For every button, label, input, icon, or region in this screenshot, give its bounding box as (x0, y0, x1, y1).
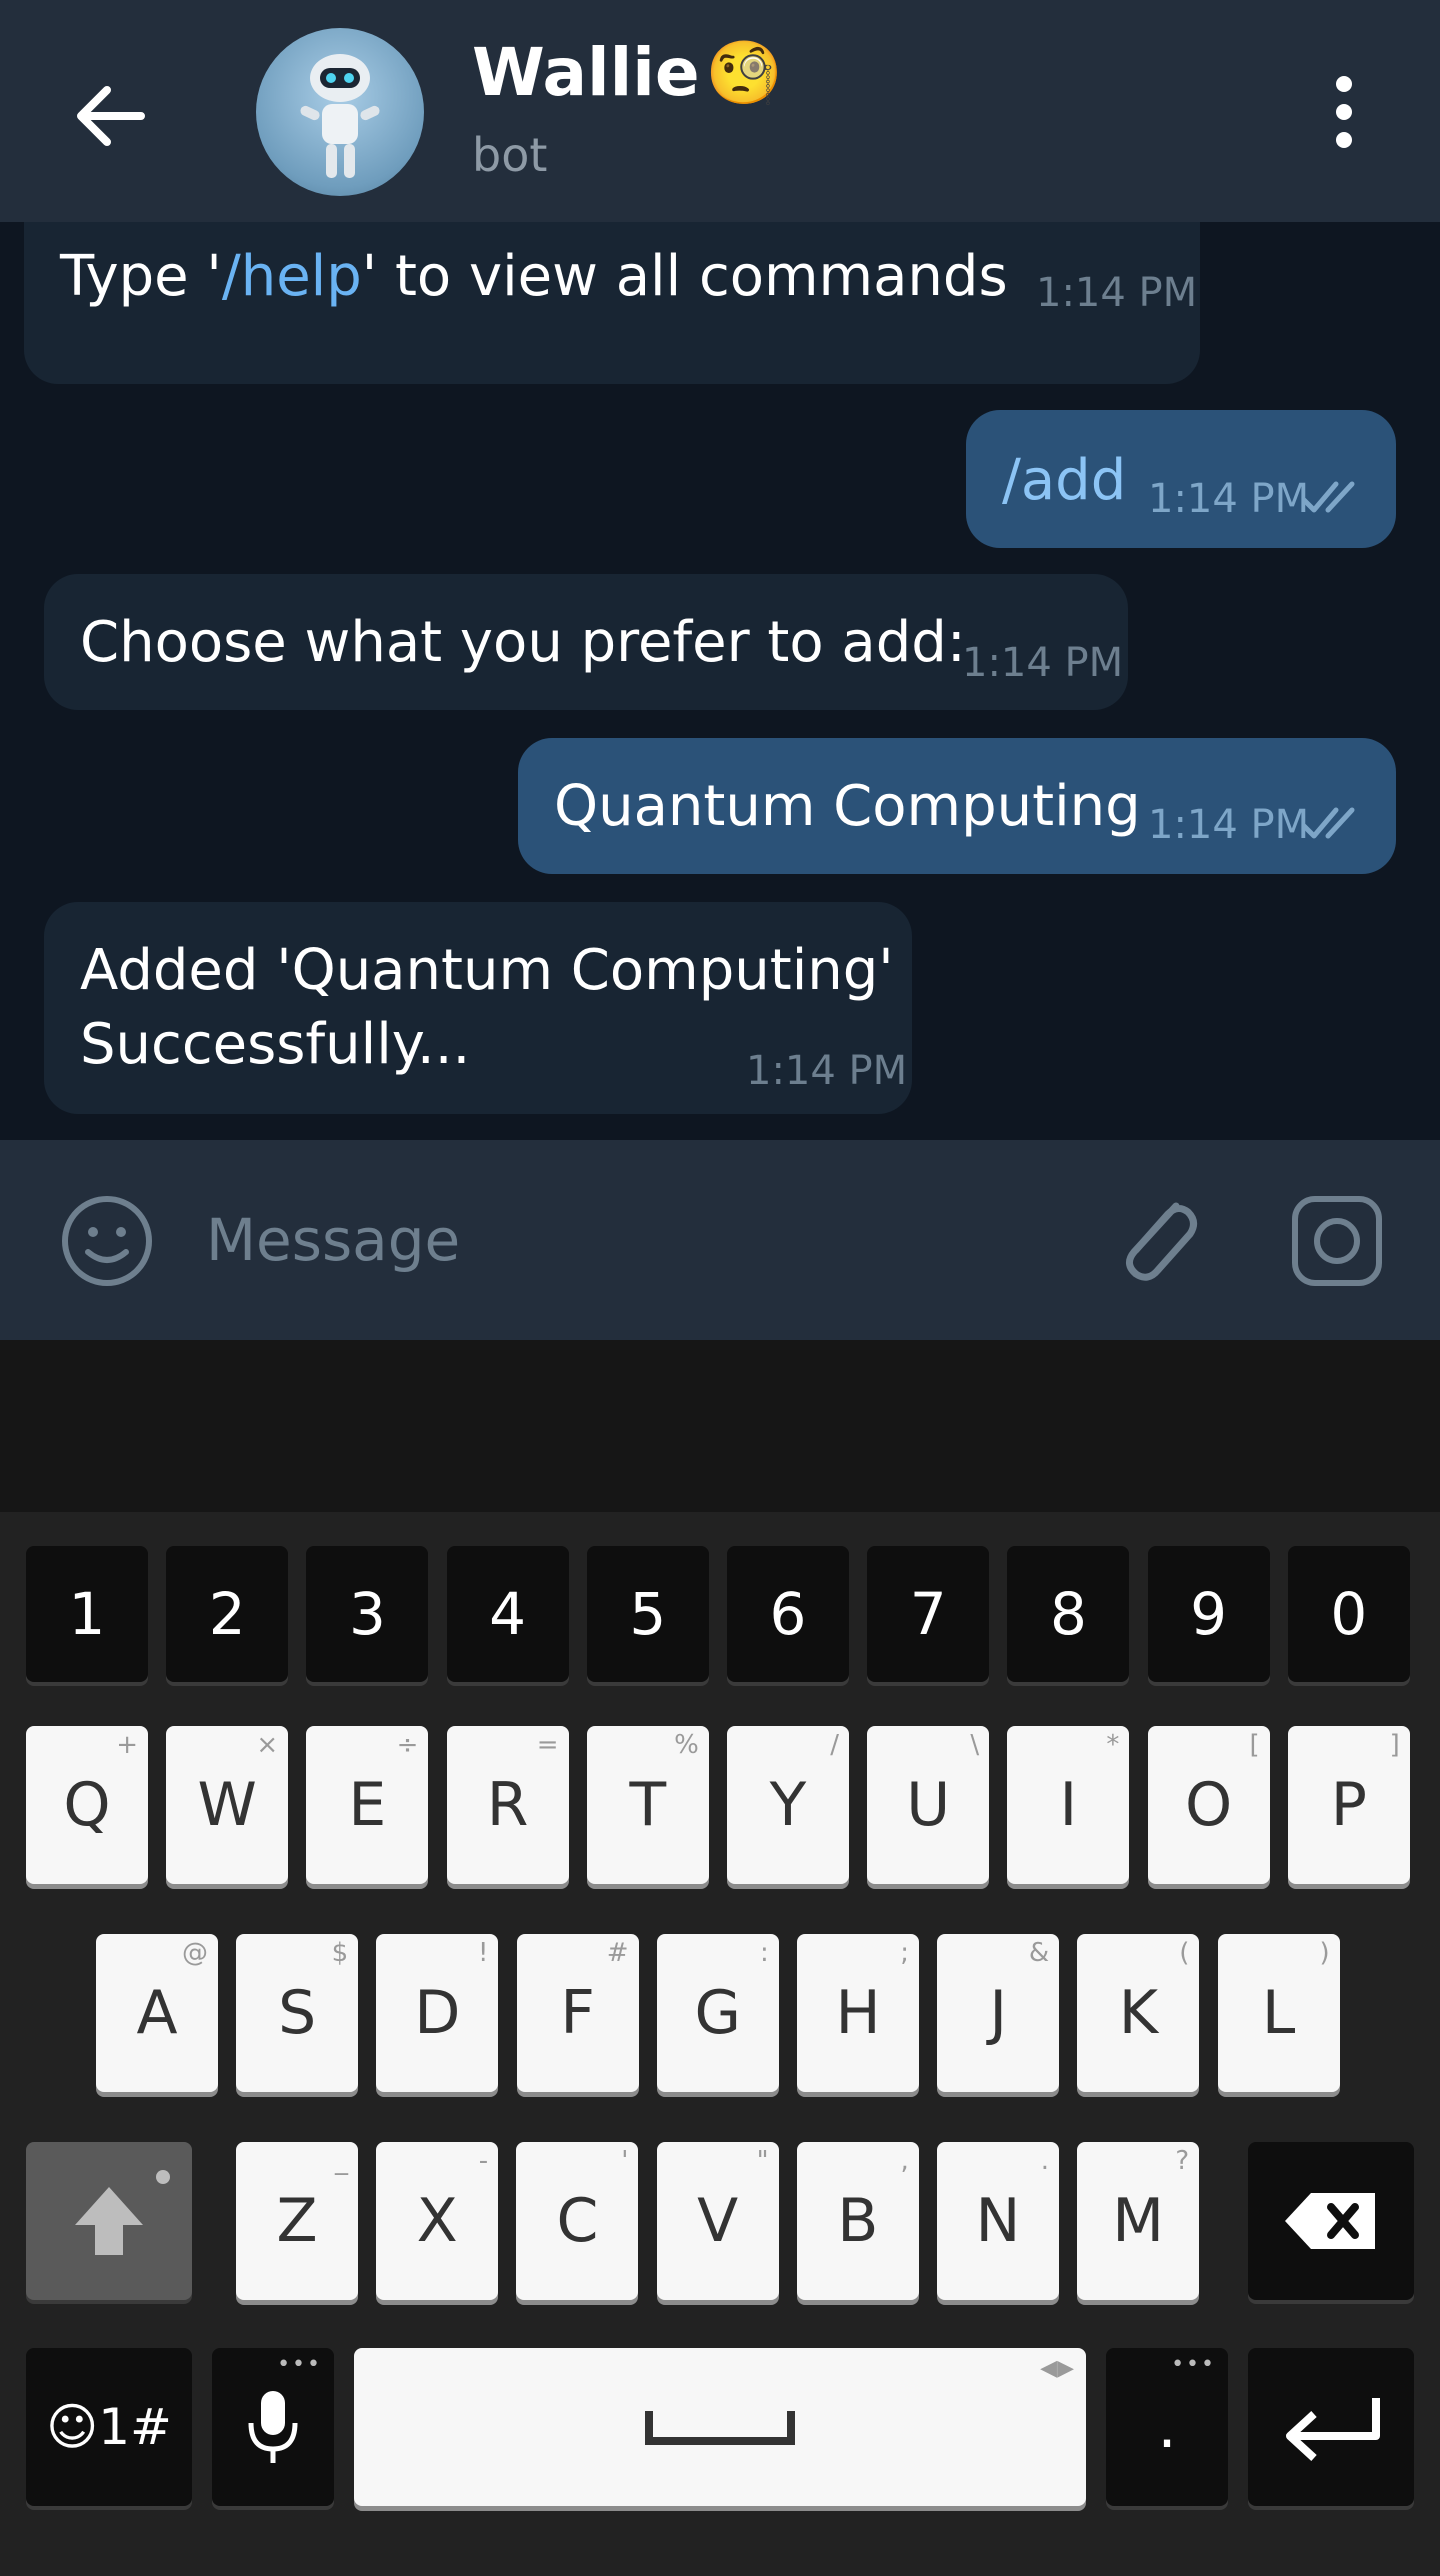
message-text-line: Successfully... (80, 1012, 471, 1077)
enter-icon (1286, 2398, 1380, 2461)
message-outgoing[interactable]: Quantum Computing 1:14 PM (518, 738, 1396, 874)
monocle-emoji-icon: 🧐 (705, 35, 783, 109)
key-i[interactable]: I * (1007, 1726, 1130, 1884)
key-f[interactable]: F # (516, 1934, 639, 2092)
key-3[interactable]: 3 (306, 1546, 429, 1682)
key-u[interactable]: U \ (867, 1726, 990, 1884)
key-y[interactable]: Y / (727, 1726, 849, 1884)
message-time: 1:14 PM (1036, 270, 1198, 316)
back-button[interactable] (60, 66, 160, 166)
message-time: 1:14 PM (1148, 476, 1310, 522)
key-p[interactable]: P] (1287, 1726, 1410, 1884)
message-incoming[interactable]: Choose what you prefer to add: 1:14 PM (44, 574, 1128, 710)
double-check-icon (1301, 807, 1355, 839)
message-input[interactable] (206, 1190, 1026, 1290)
cursor-arrows-icon: ◀▶ (1040, 2356, 1074, 2381)
key-8[interactable]: 8 (1007, 1546, 1130, 1682)
key-s[interactable]: S $ (236, 1934, 359, 2092)
message-text-line: Added 'Quantum Computing' (80, 938, 894, 1003)
key-6[interactable]: 6 (727, 1546, 849, 1682)
key-b[interactable]: B, (796, 2142, 919, 2300)
shift-key[interactable] (26, 2142, 192, 2300)
keyboard-toolbar (0, 1340, 1440, 1512)
shift-dot (156, 2170, 170, 2184)
chat-screen: Wallie 🧐 bot Type '/help' to view all co… (0, 0, 1440, 2576)
avatar[interactable] (256, 28, 424, 196)
message-composer (0, 1140, 1440, 1340)
key-q[interactable]: Q + (26, 1726, 148, 1884)
key-j[interactable]: J & (937, 1934, 1060, 2092)
chat-header: Wallie 🧐 bot (0, 0, 1440, 222)
key-1[interactable]: 1 (26, 1546, 148, 1682)
key-2[interactable]: 2 (166, 1546, 289, 1682)
message-outgoing[interactable]: /add 1:14 PM (966, 410, 1396, 548)
on-screen-keyboard: 1234567890 Q + W × E ÷ R = T% Y / U \ I * O[P] A @ S $ D! F #… (0, 1512, 1440, 2576)
more-vertical-icon (1336, 76, 1352, 92)
message-text: Type '/help' to view all commands (60, 244, 1008, 309)
key-a[interactable]: A @ (96, 1934, 218, 2092)
message-text: Quantum Computing (554, 774, 1141, 839)
key-5[interactable]: 5 (586, 1546, 709, 1682)
key-4[interactable]: 4 (446, 1546, 569, 1682)
message-incoming[interactable]: Added 'Quantum Computing' Successfully..… (44, 902, 912, 1114)
shift-arrow-icon (75, 2187, 143, 2255)
key-x[interactable]: X- (376, 2142, 499, 2300)
space-bar-icon (645, 2411, 795, 2445)
key-9[interactable]: 9 (1147, 1546, 1270, 1682)
key-o[interactable]: O[ (1147, 1726, 1270, 1884)
key-g[interactable]: G: (656, 1934, 779, 2092)
key-t[interactable]: T% (586, 1726, 709, 1884)
period-key[interactable]: ••• . (1106, 2348, 1228, 2506)
camera-icon[interactable] (1290, 1194, 1384, 1288)
key-h[interactable]: H; (797, 1934, 919, 2092)
message-text: Choose what you prefer to add: (80, 610, 966, 675)
key-z[interactable]: Z _ (236, 2142, 358, 2300)
space-key[interactable]: ◀▶ (354, 2348, 1086, 2506)
key-d[interactable]: D! (376, 1934, 499, 2092)
key-7[interactable]: 7 (867, 1546, 990, 1682)
double-check-icon (1301, 481, 1355, 513)
arrow-left-icon (77, 86, 145, 146)
key-e[interactable]: E ÷ (306, 1726, 429, 1884)
more-options-button[interactable] (1302, 62, 1386, 162)
key-v[interactable]: V " (656, 2142, 779, 2300)
voice-input-key[interactable]: ••• (212, 2348, 334, 2506)
message-time: 1:14 PM (962, 640, 1124, 686)
message-incoming[interactable]: Type '/help' to view all commands 1:14 P… (24, 222, 1200, 384)
chat-title-text: Wallie (472, 34, 700, 111)
command-link[interactable]: /help (222, 244, 362, 309)
backspace-key[interactable] (1248, 2142, 1414, 2300)
key-m[interactable]: M? (1077, 2142, 1200, 2300)
message-list[interactable]: Type '/help' to view all commands 1:14 P… (0, 222, 1440, 1140)
chat-title[interactable]: Wallie 🧐 (472, 34, 783, 111)
emoji-icon[interactable] (60, 1194, 154, 1288)
enter-key[interactable] (1248, 2348, 1414, 2506)
key-0[interactable]: 0 (1287, 1546, 1410, 1682)
message-time: 1:14 PM (1148, 802, 1310, 848)
chat-subtitle: bot (472, 128, 548, 182)
microphone-icon (248, 2391, 298, 2463)
key-n[interactable]: N. (937, 2142, 1059, 2300)
key-r[interactable]: R = (446, 1726, 569, 1884)
symbols-key[interactable]: ☺1# (26, 2348, 192, 2506)
key-k[interactable]: K( (1077, 1934, 1200, 2092)
message-text: /add (1002, 448, 1127, 513)
message-time: 1:14 PM (746, 1048, 908, 1094)
key-c[interactable]: C ' (516, 2142, 639, 2300)
key-l[interactable]: L) (1217, 1934, 1340, 2092)
key-w[interactable]: W × (166, 1726, 289, 1884)
robot-icon (300, 54, 380, 178)
backspace-icon (1285, 2193, 1375, 2249)
paperclip-icon[interactable] (1106, 1186, 1206, 1294)
